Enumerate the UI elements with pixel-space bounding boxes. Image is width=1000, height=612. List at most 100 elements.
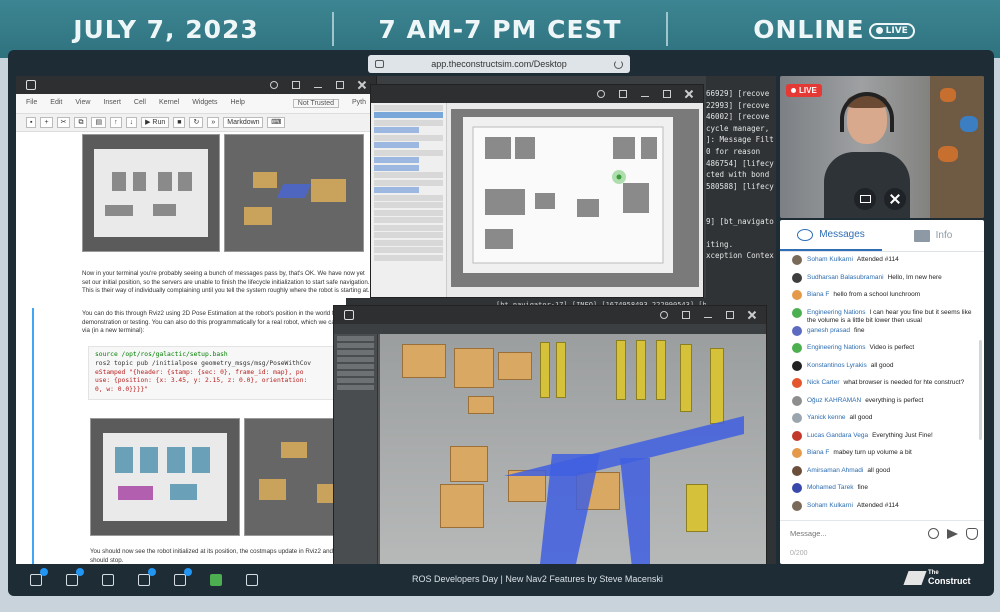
menu-cell[interactable]: Cell bbox=[134, 99, 146, 108]
chat-author[interactable]: Konstantinos Lyrakis bbox=[807, 362, 867, 369]
settings-ring-icon[interactable] bbox=[270, 81, 278, 89]
monitor-icon[interactable] bbox=[174, 568, 192, 586]
trust-indicator[interactable]: Not Trusted bbox=[292, 99, 339, 108]
panel-row[interactable] bbox=[374, 217, 443, 223]
run-button[interactable]: ▶ Run bbox=[141, 117, 170, 128]
remote-desktop[interactable]: File Edit View Insert Cell Kernel Widget… bbox=[16, 76, 776, 564]
stop-icon[interactable]: ■ bbox=[173, 117, 186, 128]
settings-ring-icon[interactable] bbox=[597, 90, 605, 98]
avatar[interactable] bbox=[792, 413, 802, 423]
minimize-icon[interactable] bbox=[704, 313, 712, 318]
chat-author[interactable]: Nick Carter bbox=[807, 379, 840, 386]
rviz-map-view[interactable] bbox=[451, 109, 699, 287]
add-cell-icon[interactable]: + bbox=[40, 117, 53, 128]
settings-ring-icon[interactable] bbox=[660, 311, 668, 319]
restore-icon[interactable] bbox=[682, 311, 690, 319]
panel-row[interactable] bbox=[374, 179, 443, 186]
panel-row[interactable] bbox=[374, 119, 443, 126]
send-icon[interactable] bbox=[947, 528, 958, 539]
webcam-feed[interactable]: LIVE bbox=[780, 76, 984, 218]
panel-row[interactable] bbox=[374, 232, 443, 238]
panel-row[interactable] bbox=[374, 194, 443, 201]
maximize-icon[interactable] bbox=[726, 311, 734, 319]
avatar[interactable] bbox=[792, 255, 802, 265]
chat-author[interactable]: Mohamed Tarek bbox=[807, 484, 854, 491]
raise-hand-icon[interactable] bbox=[966, 527, 978, 540]
panel-row[interactable] bbox=[337, 350, 374, 355]
minimize-icon[interactable] bbox=[641, 92, 649, 97]
message-list[interactable]: Soham Kulkarni Attended #114 Sudharsan Bal… bbox=[780, 254, 978, 516]
paste-icon[interactable]: ▤ bbox=[91, 117, 107, 128]
panel-row[interactable] bbox=[374, 202, 443, 208]
chat-author[interactable]: Soham Kulkarni bbox=[807, 502, 853, 509]
jupyter-titlebar[interactable] bbox=[16, 76, 376, 94]
panel-row[interactable] bbox=[374, 239, 443, 246]
chat-author[interactable]: Engineering Nations bbox=[807, 344, 866, 351]
menu-kernel[interactable]: Kernel bbox=[159, 99, 179, 108]
panel-row[interactable] bbox=[337, 371, 374, 376]
panel-row[interactable] bbox=[374, 127, 419, 133]
notebook-app-icon[interactable] bbox=[102, 574, 114, 586]
move-down-icon[interactable]: ↓ bbox=[125, 117, 138, 128]
fast-forward-icon[interactable]: » bbox=[207, 117, 220, 128]
chat-author[interactable]: Soham Kulkarni bbox=[807, 256, 853, 263]
panel-row[interactable] bbox=[374, 224, 443, 231]
rviz-map-window[interactable] bbox=[371, 85, 703, 297]
avatar[interactable] bbox=[792, 343, 802, 353]
cell-type-select[interactable]: Markdown bbox=[223, 117, 264, 128]
panel-row[interactable] bbox=[374, 142, 419, 148]
panel-row[interactable] bbox=[337, 385, 374, 390]
move-up-icon[interactable]: ↑ bbox=[110, 117, 122, 128]
close-icon[interactable] bbox=[748, 311, 756, 319]
chat-author[interactable]: Biana F bbox=[807, 449, 829, 456]
close-icon[interactable] bbox=[685, 90, 693, 98]
panel-row[interactable] bbox=[337, 364, 374, 369]
panel-row[interactable] bbox=[337, 357, 374, 362]
notebook-page[interactable]: Now in your terminal you're probably see… bbox=[26, 128, 371, 564]
restore-icon[interactable] bbox=[292, 81, 300, 89]
tab-messages[interactable]: Messages bbox=[780, 220, 882, 251]
avatar[interactable] bbox=[792, 290, 802, 300]
chat-author[interactable]: Sudharsan Balasubramani bbox=[807, 274, 884, 281]
avatar[interactable] bbox=[792, 325, 802, 336]
warehouse-3d-view[interactable] bbox=[380, 334, 766, 564]
avatar[interactable] bbox=[792, 483, 802, 493]
menu-insert[interactable]: Insert bbox=[103, 99, 121, 108]
panel-row[interactable] bbox=[374, 134, 443, 141]
panel-row[interactable] bbox=[374, 149, 443, 156]
avatar[interactable] bbox=[792, 378, 802, 388]
panel-row[interactable] bbox=[374, 247, 443, 253]
minimize-icon[interactable] bbox=[314, 83, 322, 88]
chat-author[interactable]: Lucas Gandara Vega bbox=[807, 432, 868, 439]
avatar[interactable] bbox=[792, 360, 802, 371]
cube-app-icon[interactable] bbox=[138, 568, 156, 586]
rviz-3d-window[interactable] bbox=[334, 306, 766, 564]
book-icon[interactable] bbox=[210, 574, 222, 586]
robot-icon[interactable] bbox=[246, 574, 258, 586]
rviz-map-titlebar[interactable] bbox=[371, 85, 703, 103]
address-bar[interactable]: app.theconstructsim.com/Desktop bbox=[368, 55, 630, 73]
terminal-app-icon[interactable] bbox=[30, 568, 48, 586]
emoji-icon[interactable] bbox=[928, 528, 939, 539]
avatar[interactable] bbox=[792, 465, 802, 476]
reload-icon[interactable] bbox=[614, 59, 623, 69]
chat-author[interactable]: Amirsaman Ahmadi bbox=[807, 467, 863, 474]
maximize-icon[interactable] bbox=[336, 81, 344, 89]
chat-author[interactable]: Engineering Nations bbox=[807, 309, 866, 316]
avatar[interactable] bbox=[792, 448, 802, 458]
panel-row-selected[interactable] bbox=[374, 112, 443, 118]
menu-file[interactable]: File bbox=[26, 99, 37, 108]
maximize-icon[interactable] bbox=[663, 90, 671, 98]
copy-icon[interactable]: ⧉ bbox=[74, 117, 88, 128]
keyboard-icon[interactable]: ⌨ bbox=[267, 117, 286, 128]
picture-in-picture-button[interactable] bbox=[854, 188, 876, 210]
panel-row[interactable] bbox=[337, 336, 374, 341]
restore-icon[interactable] bbox=[619, 90, 627, 98]
panel-row[interactable] bbox=[374, 104, 443, 111]
displays-panel[interactable] bbox=[371, 103, 447, 297]
panel-row[interactable] bbox=[374, 187, 419, 193]
panel-row[interactable] bbox=[374, 157, 419, 163]
panel-row[interactable] bbox=[374, 254, 443, 261]
panel-row[interactable] bbox=[374, 164, 419, 171]
avatar[interactable] bbox=[792, 395, 802, 406]
